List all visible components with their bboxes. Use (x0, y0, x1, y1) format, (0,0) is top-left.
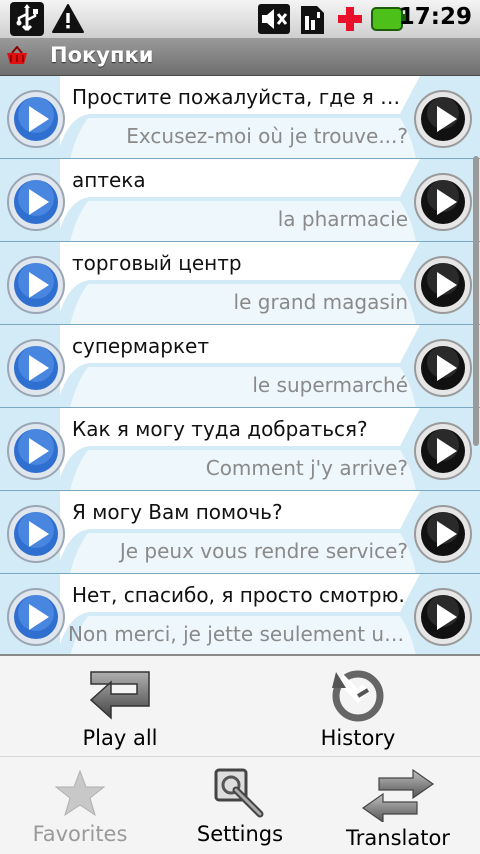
russian-phrase: торговый центр (72, 251, 242, 275)
play-russian-icon[interactable] (6, 172, 66, 232)
star-icon (54, 769, 106, 817)
play-russian-icon[interactable] (6, 421, 66, 481)
scrollbar[interactable] (473, 156, 479, 446)
play-french-icon[interactable] (413, 421, 473, 481)
play-french-icon[interactable] (413, 89, 473, 149)
french-phrase: Je peux vous rendre service? (119, 539, 408, 563)
french-phrase: le supermarché (252, 373, 408, 397)
french-phrase: la pharmacie (277, 207, 408, 231)
mute-icon (258, 4, 290, 34)
sim-icon (301, 6, 324, 34)
favorites-label: Favorites (32, 822, 128, 846)
play-russian-icon[interactable] (6, 89, 66, 149)
list-item[interactable]: Как я могу туда добраться? Comment j'y ar… (0, 408, 480, 491)
settings-label: Settings (196, 822, 284, 846)
shopping-basket-icon (7, 46, 27, 64)
list-item[interactable]: Простите пожалуйста, где я могу... Excuse… (0, 76, 480, 159)
french-phrase: Non merci, je jette seulement un c... (68, 622, 408, 646)
list-item[interactable]: Нет, спасибо, я просто смотрю. Non merci,… (0, 574, 480, 656)
history-button[interactable]: History (278, 668, 438, 750)
play-french-icon[interactable] (413, 255, 473, 315)
options-menu: Play all History Favorites Settings Tran… (0, 654, 480, 854)
play-russian-icon[interactable] (6, 255, 66, 315)
russian-phrase: Нет, спасибо, я просто смотрю. (72, 583, 405, 607)
play-french-icon[interactable] (413, 172, 473, 232)
play-all-label: Play all (82, 726, 158, 750)
play-russian-icon[interactable] (6, 587, 66, 647)
play-russian-icon[interactable] (6, 338, 66, 398)
settings-button[interactable]: Settings (160, 768, 320, 846)
list-item[interactable]: супермаркет le supermarché (0, 325, 480, 408)
russian-phrase: аптека (72, 168, 146, 192)
history-icon (332, 670, 384, 722)
french-phrase: le grand magasin (233, 290, 408, 314)
list-item[interactable]: торговый центр le grand magasin (0, 242, 480, 325)
swap-arrows-icon (361, 768, 435, 824)
warning-icon (52, 4, 84, 33)
status-bar: 17:29 (0, 0, 480, 38)
clock: 17:29 (398, 4, 472, 30)
play-all-button[interactable]: Play all (40, 668, 200, 750)
menu-divider (0, 756, 480, 757)
list-item[interactable]: Я могу Вам помочь? Je peux vous rendre se… (0, 491, 480, 574)
russian-phrase: Как я могу туда добраться? (72, 417, 368, 441)
wrench-magnifier-icon (214, 768, 264, 818)
title-bar: Покупки (0, 38, 480, 76)
play-french-icon[interactable] (413, 338, 473, 398)
return-arrow-icon (89, 671, 150, 720)
translator-button[interactable]: Translator (318, 768, 478, 850)
russian-phrase: Я могу Вам помочь? (72, 500, 283, 524)
list-item[interactable]: аптека la pharmacie (0, 159, 480, 242)
play-french-icon[interactable] (413, 587, 473, 647)
history-label: History (320, 726, 396, 750)
favorites-button[interactable]: Favorites (0, 768, 160, 846)
phrase-list[interactable]: Простите пожалуйста, где я могу... Excuse… (0, 76, 480, 656)
french-phrase: Comment j'y arrive? (205, 456, 408, 480)
russian-phrase: супермаркет (72, 334, 209, 358)
usb-icon (10, 2, 44, 36)
play-russian-icon[interactable] (6, 504, 66, 564)
french-phrase: Excusez-moi où je trouve...? (126, 124, 408, 148)
medical-cross-icon (338, 7, 362, 31)
page-title: Покупки (50, 43, 154, 67)
russian-phrase: Простите пожалуйста, где я могу... (72, 85, 412, 109)
translator-label: Translator (346, 826, 450, 850)
play-french-icon[interactable] (413, 504, 473, 564)
